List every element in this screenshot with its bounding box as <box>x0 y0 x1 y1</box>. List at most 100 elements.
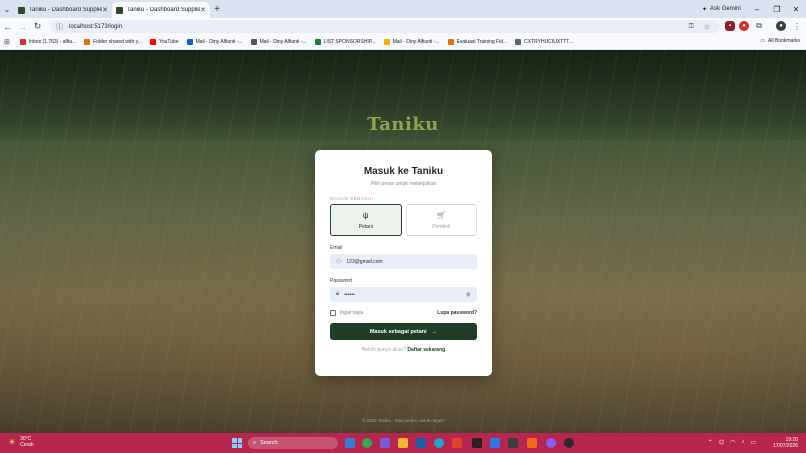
sun-icon: ☀ <box>8 437 17 447</box>
browser-toolbar: ← → ↻ ⓘ localhost:5173/login ⚿ ☆ ▪ ● ⧉ ●… <box>0 18 806 35</box>
bookmark-favicon-icon <box>149 39 156 45</box>
file-explorer-icon[interactable] <box>398 438 408 448</box>
email-value: 123@gmail.com <box>346 258 383 265</box>
bookmark-item[interactable]: Mail - Diny Alfianti -... <box>383 39 440 45</box>
browser-menu-icon[interactable]: ⋮ <box>792 21 802 31</box>
bookmark-item[interactable]: Mail - Diny Alfianti -... <box>250 39 307 45</box>
role-option-petani[interactable]: ψ Petani <box>330 204 402 236</box>
extension-record-icon[interactable]: ● <box>739 21 749 31</box>
folder-icon: ▭ <box>760 38 766 44</box>
bookmark-favicon-icon <box>515 39 522 45</box>
taskbar-search[interactable]: ⌕ Search <box>248 437 338 449</box>
role-option-pembeli[interactable]: 🛒︎ Pembeli <box>405 204 477 236</box>
new-tab-plus-icon[interactable]: + <box>210 4 224 15</box>
steam-icon[interactable] <box>416 438 426 448</box>
password-label: Password <box>330 278 352 284</box>
bookmark-favicon-icon <box>84 39 91 45</box>
bookmark-item[interactable]: Evaluasi Training Fid... <box>447 39 507 45</box>
bookmark-label: Mail - Diny Alfianti -... <box>392 39 440 45</box>
forgot-password-link[interactable]: Lupa password? <box>437 310 477 316</box>
register-link[interactable]: Daftar sekarang <box>407 347 445 353</box>
extensions-puzzle-icon[interactable]: ⧉ <box>754 21 764 31</box>
search-placeholder: Search <box>260 440 278 446</box>
back-arrow-icon[interactable]: ← <box>0 22 15 32</box>
bookmark-favicon-icon <box>447 39 454 45</box>
bookmark-item[interactable]: Mail - Diny Alfianti -... <box>186 39 243 45</box>
ask-gemini-button[interactable]: ✦ Ask Gemini <box>697 3 746 15</box>
weather-widget[interactable]: ☀ 30°C Cerah <box>8 436 34 448</box>
bookmark-favicon-icon <box>250 39 257 45</box>
task-view-icon[interactable] <box>345 438 355 448</box>
remember-me[interactable]: Ingat saya <box>330 310 363 316</box>
close-window-icon[interactable]: ✕ <box>786 0 806 18</box>
bookmark-label: Folder shared with y... <box>93 39 142 45</box>
bookmark-star-icon[interactable]: ☆ <box>704 23 710 31</box>
apps-grid-icon[interactable]: ⊞ <box>4 38 10 46</box>
tab-search-icon[interactable]: ⌄ <box>0 0 14 18</box>
app-purple-icon[interactable] <box>546 438 556 448</box>
teams-icon[interactable] <box>380 438 390 448</box>
arrow-right-icon: → <box>431 328 438 335</box>
lock-icon: 🔒︎ <box>336 291 340 297</box>
bookmark-item[interactable]: CXTRYHUCIUXTTT... <box>515 39 573 45</box>
all-bookmarks-label: All Bookmarks <box>768 38 800 44</box>
translate-icon[interactable]: ⚿ <box>689 23 694 31</box>
tab-title: Taniku - Dashboard Supplier <box>29 7 103 13</box>
bookmark-label: LIST SPONSORSHIP... <box>323 39 376 45</box>
plant-icon: ψ <box>362 210 369 220</box>
show-password-eye-icon[interactable]: ◉ <box>466 291 471 298</box>
login-subtitle: Pilih peran untuk melanjutkan <box>370 181 437 187</box>
browser-tab-1[interactable]: Taniku - Dashboard Supplier ✕ <box>14 2 112 18</box>
app-l-icon[interactable] <box>452 438 462 448</box>
email-field[interactable]: ⚇ 123@gmail.com <box>330 254 477 269</box>
bookmark-favicon-icon <box>186 39 193 45</box>
register-prompt: Belum punya akun? <box>361 347 406 353</box>
restore-icon[interactable]: ❐ <box>767 0 787 18</box>
close-tab-icon[interactable]: ✕ <box>102 6 108 14</box>
tab-favicon-icon <box>18 6 25 14</box>
tab-title: Taniku - Dashboard Supplier <box>127 7 201 13</box>
login-submit-button[interactable]: Masuk sebagai petani → <box>330 323 477 340</box>
battery-icon: ▭ <box>750 440 756 446</box>
site-info-icon[interactable]: ⓘ <box>56 22 63 32</box>
address-bar[interactable]: ⓘ localhost:5173/login ⚿ ☆ <box>50 20 720 33</box>
windows-start-icon[interactable] <box>232 438 242 448</box>
user-icon: ⚇ <box>336 259 342 265</box>
gemini-sparkle-icon: ✦ <box>702 6 708 13</box>
forward-arrow-icon[interactable]: → <box>15 22 30 32</box>
profile-avatar-icon[interactable]: ● <box>776 21 786 31</box>
ask-gemini-label: Ask Gemini <box>710 6 741 12</box>
remember-checkbox[interactable] <box>330 310 336 316</box>
media-play-icon[interactable] <box>564 438 574 448</box>
bookmarks-bar: ⊞ Inbox (1.763) - alfia... Folder shared… <box>0 35 806 50</box>
vscode-icon[interactable] <box>490 438 500 448</box>
cart-icon: 🛒︎ <box>436 210 447 220</box>
search-icon: ⌕ <box>253 439 257 446</box>
minimize-icon[interactable]: – <box>747 0 767 18</box>
chrome-icon[interactable] <box>362 438 372 448</box>
url-text: localhost:5173/login <box>69 23 123 30</box>
terminal-icon[interactable] <box>508 438 518 448</box>
extension-icon[interactable]: ▪ <box>725 21 735 31</box>
reload-icon[interactable]: ↻ <box>30 21 45 32</box>
password-value: •••••• <box>344 291 355 298</box>
bookmark-item[interactable]: Inbox (1.763) - alfia... <box>19 39 76 45</box>
edge-icon[interactable] <box>434 438 444 448</box>
close-tab-icon[interactable]: ✕ <box>200 6 206 14</box>
system-tray[interactable]: ⌃ ⌬ ◠ ♪ ▭ <box>708 439 756 446</box>
all-bookmarks-button[interactable]: ▭ All Bookmarks <box>760 38 800 44</box>
bookmark-item[interactable]: LIST SPONSORSHIP... <box>314 39 376 45</box>
login-title: Masuk ke Taniku <box>363 166 444 177</box>
password-field[interactable]: 🔒︎ •••••• ◉ <box>330 287 477 302</box>
bookmark-item[interactable]: Folder shared with y... <box>84 39 142 45</box>
login-options-row: Ingat saya Lupa password? <box>330 310 477 316</box>
bookmark-label: CXTRYHUCIUXTTT... <box>524 39 573 45</box>
page-footer: © 2026 Taniku · Dari petani, untuk neger… <box>362 418 444 423</box>
browser-tab-2[interactable]: Taniku - Dashboard Supplier ✕ <box>112 2 210 18</box>
xampp-icon[interactable] <box>527 438 537 448</box>
capcut-icon[interactable] <box>472 438 482 448</box>
bookmark-item[interactable]: YouTube <box>149 39 179 45</box>
bookmark-label: Mail - Diny Alfianti -... <box>195 39 243 45</box>
taskbar-clock[interactable]: 19:20 17/07/2026 <box>773 437 798 449</box>
role-label: Pembeli <box>432 223 451 230</box>
